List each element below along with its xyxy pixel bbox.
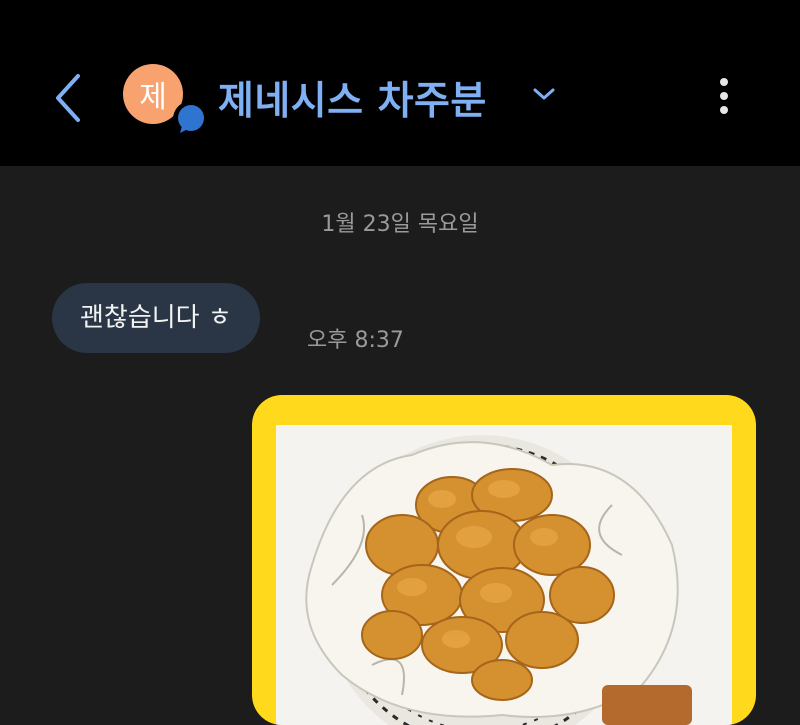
more-vert-icon[interactable] [710, 74, 738, 118]
avatar-initial: 제 [139, 80, 167, 115]
message-bubble[interactable]: 괜찮습니다 ㅎ [52, 283, 260, 353]
back-icon[interactable] [50, 70, 86, 126]
chevron-down-icon[interactable] [532, 86, 556, 102]
chat-header: 제 제네시스 차주분 [0, 0, 800, 166]
chat-badge-icon [173, 101, 209, 137]
contact-name[interactable]: 제네시스 차주분 [218, 70, 487, 126]
date-divider: 1월 23일 목요일 [321, 212, 479, 237]
message-time: 오후 8:37 [307, 328, 404, 353]
fried-chicken-image [276, 425, 732, 725]
image-message[interactable] [252, 395, 756, 725]
